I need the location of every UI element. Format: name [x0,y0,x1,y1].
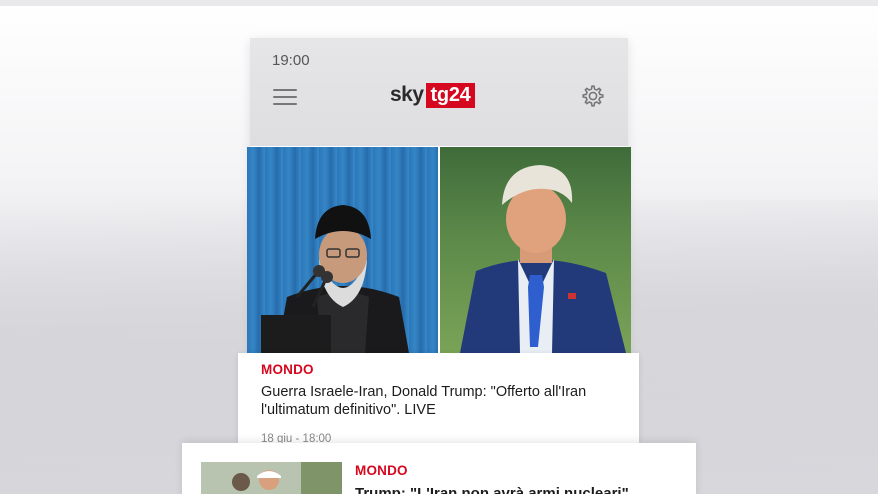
hero-photo-left [247,147,438,353]
top-band [0,0,878,6]
hamburger-menu-icon[interactable] [270,86,300,108]
article-card-main[interactable]: MONDO Guerra Israele-Iran, Donald Trump:… [238,353,639,445]
category-tag[interactable]: MONDO [355,463,408,478]
article-headline[interactable]: Guerra Israele-Iran, Donald Trump: "Offe… [261,383,621,419]
article-headline[interactable]: Trump: "L'Iran non avrà armi nucleari" [355,485,675,494]
article-thumbnail [201,462,342,494]
logo-tg24-badge: tg24 [425,82,476,108]
category-tag[interactable]: MONDO [261,362,314,377]
hero-image[interactable] [247,147,631,353]
app-header: 19:00 sky tg24 [250,38,628,146]
logo-sky-text: sky [390,83,424,106]
article-card-secondary[interactable]: MONDO Trump: "L'Iran non avrà armi nucle… [182,443,696,494]
status-clock: 19:00 [272,52,310,69]
gear-icon[interactable] [580,83,606,109]
hero-photo-right [440,147,631,353]
app-logo[interactable]: sky tg24 [390,82,476,108]
